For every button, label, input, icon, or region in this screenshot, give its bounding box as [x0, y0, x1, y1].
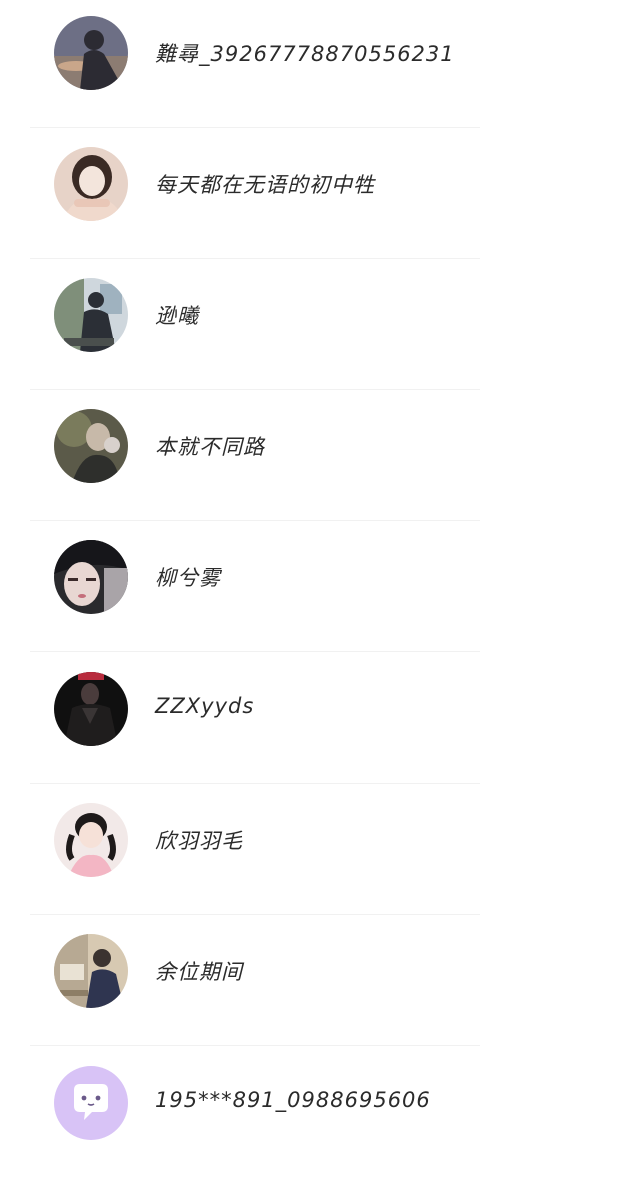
contact-name: 柳兮雾: [155, 566, 221, 590]
contact-name: 每天都在无语的初中牲: [155, 173, 375, 197]
divider: [30, 1045, 480, 1046]
photo-avatar-icon[interactable]: [54, 409, 128, 483]
photo-avatar-icon[interactable]: [54, 278, 128, 352]
divider: [30, 783, 480, 784]
divider: [30, 389, 480, 390]
photo-avatar-icon[interactable]: [54, 803, 128, 877]
divider: [30, 914, 480, 915]
contact-name: 難尋_39267778870556231: [155, 42, 455, 66]
contact-row[interactable]: 欣羽羽毛: [0, 787, 640, 918]
photo-avatar-icon[interactable]: [54, 147, 128, 221]
contact-name: 欣羽羽毛: [155, 829, 243, 853]
photo-avatar-icon[interactable]: [54, 934, 128, 1008]
divider: [30, 127, 480, 128]
divider: [30, 520, 480, 521]
contact-row[interactable]: 逊曦: [0, 262, 640, 393]
contact-row[interactable]: 每天都在无语的初中牲: [0, 131, 640, 262]
contact-name: 195***891_0988695606: [155, 1088, 431, 1112]
default-chat-avatar-icon[interactable]: [54, 1066, 128, 1140]
contact-row[interactable]: 本就不同路: [0, 393, 640, 524]
contact-row[interactable]: 余位期间: [0, 918, 640, 1049]
contact-row[interactable]: 難尋_39267778870556231: [0, 0, 640, 131]
photo-avatar-icon[interactable]: [54, 672, 128, 746]
contact-name: 逊曦: [155, 304, 199, 328]
contact-name: ZZXyyds: [155, 694, 255, 718]
contact-name: 余位期间: [155, 960, 243, 984]
photo-avatar-icon[interactable]: [54, 16, 128, 90]
contact-row[interactable]: ZZXyyds: [0, 656, 640, 787]
photo-avatar-icon[interactable]: [54, 540, 128, 614]
divider: [30, 651, 480, 652]
contact-name: 本就不同路: [155, 435, 265, 459]
contact-row[interactable]: 柳兮雾: [0, 524, 640, 655]
contact-row[interactable]: 195***891_0988695606: [0, 1050, 640, 1181]
divider: [30, 258, 480, 259]
